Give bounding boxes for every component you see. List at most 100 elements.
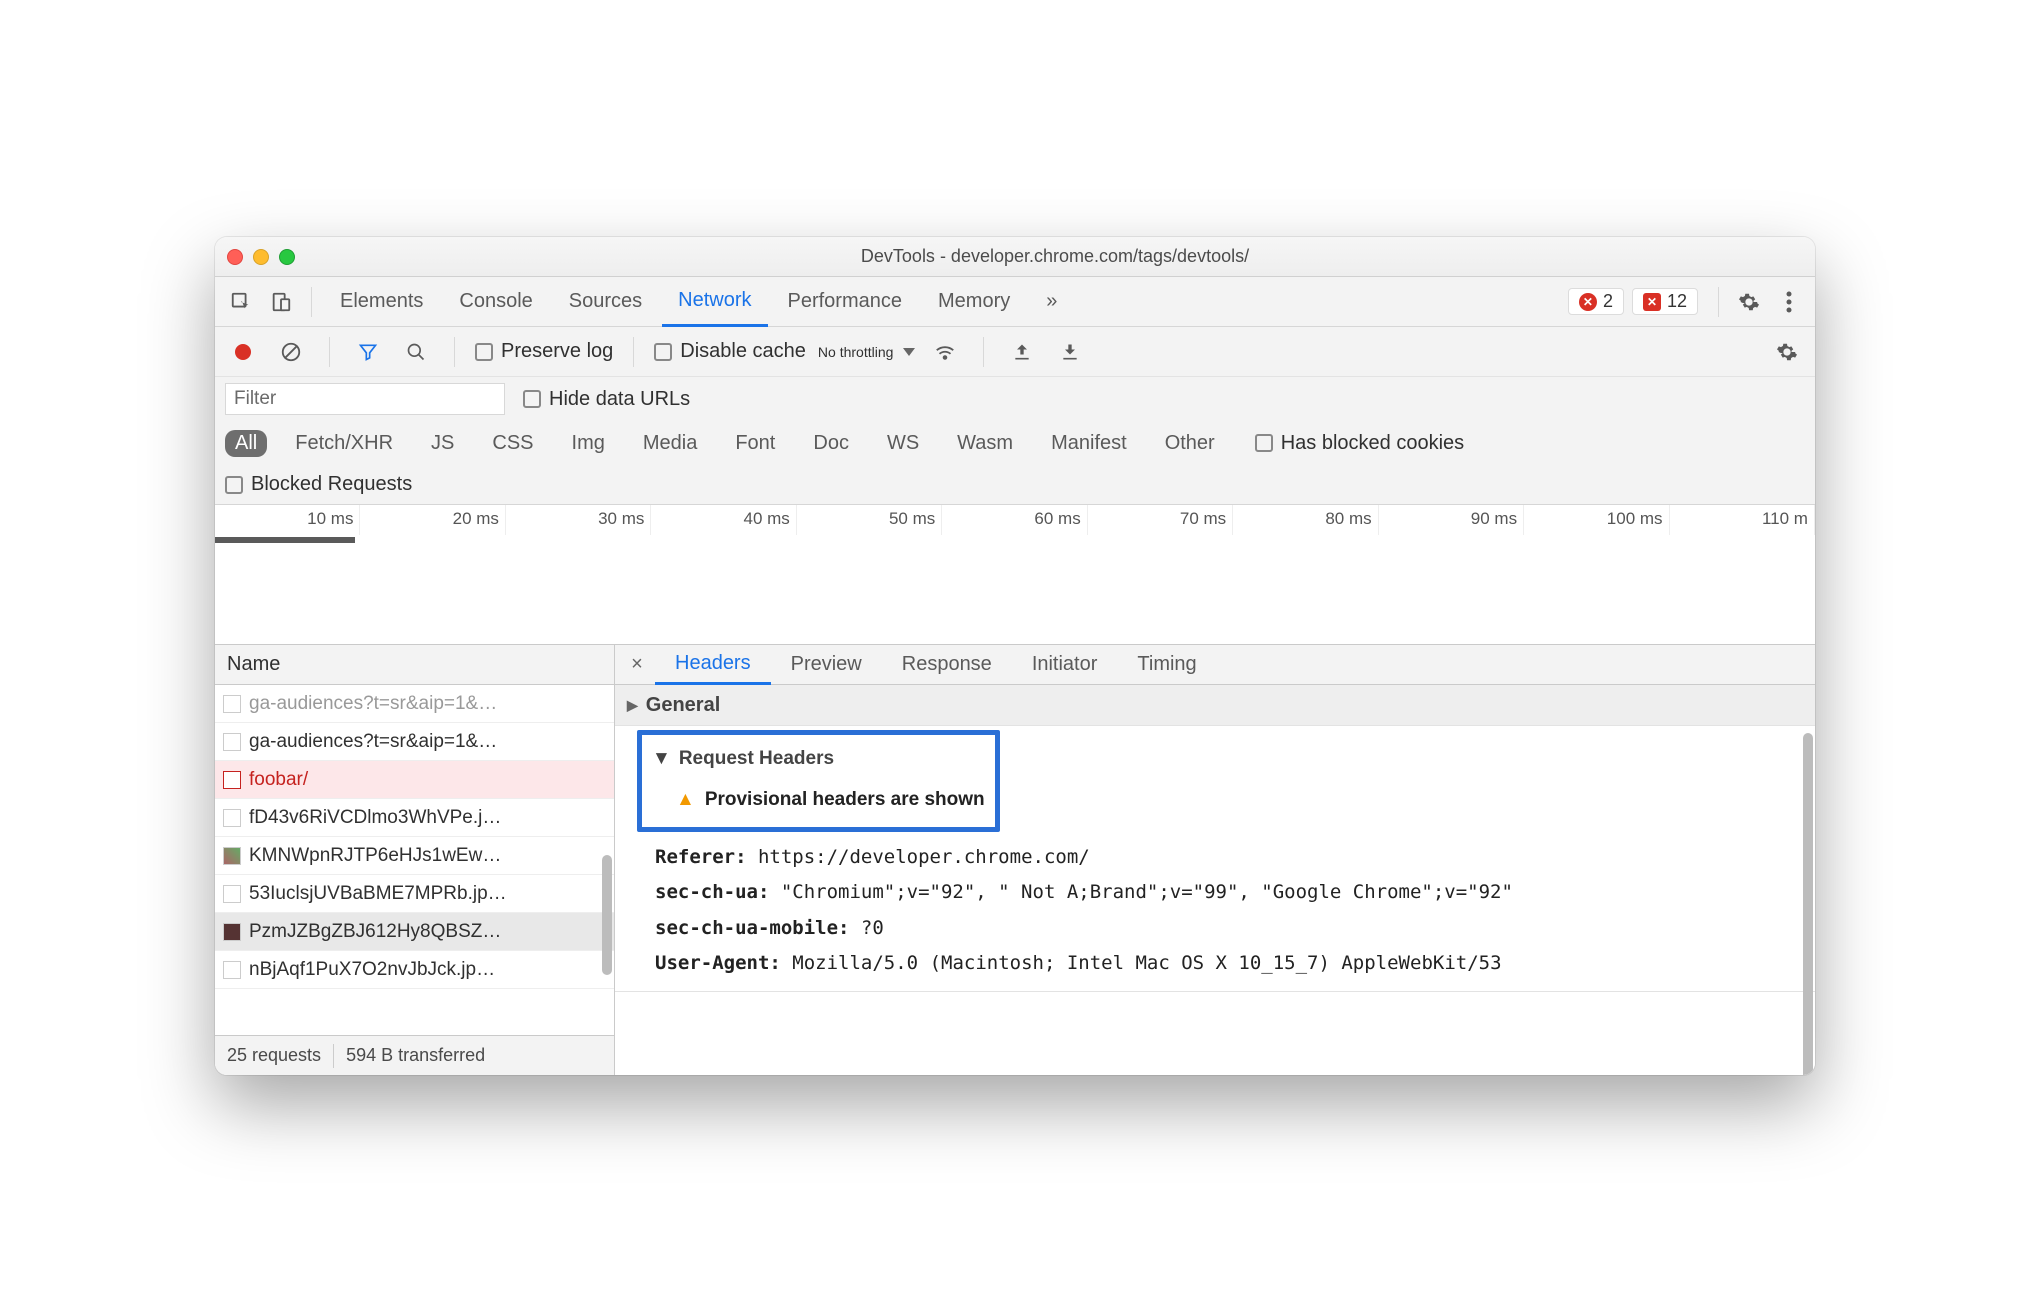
titlebar: DevTools - developer.chrome.com/tags/dev… — [215, 237, 1815, 277]
list-item[interactable]: 53IuclsjUVBaBME7MPRb.jp… — [215, 875, 614, 913]
detail-tab-preview[interactable]: Preview — [771, 645, 882, 685]
tab-console[interactable]: Console — [443, 277, 548, 327]
tick: 70 ms — [1088, 505, 1233, 535]
type-fetchxhr[interactable]: Fetch/XHR — [285, 430, 403, 457]
tab-performance[interactable]: Performance — [772, 277, 919, 327]
section-request-headers: ▼Request Headers ▲Provisional headers ar… — [615, 726, 1815, 992]
chevron-down-icon — [903, 348, 915, 356]
error-count: 2 — [1603, 291, 1613, 312]
list-item[interactable]: ga-audiences?t=sr&aip=1&… — [215, 723, 614, 761]
tick: 30 ms — [506, 505, 651, 535]
type-ws[interactable]: WS — [877, 430, 929, 457]
zoom-icon[interactable] — [279, 249, 295, 265]
type-wasm[interactable]: Wasm — [947, 430, 1023, 457]
provisional-headers-label: Provisional headers are shown — [705, 789, 985, 810]
divider — [329, 337, 330, 367]
divider — [633, 337, 634, 367]
type-other[interactable]: Other — [1155, 430, 1225, 457]
disable-cache-checkbox[interactable]: Disable cache — [654, 340, 806, 363]
detail-tab-headers[interactable]: Headers — [655, 645, 771, 685]
disclosure-right-icon: ▶ — [627, 697, 638, 714]
search-icon[interactable] — [398, 334, 434, 370]
devtools-window: DevTools - developer.chrome.com/tags/dev… — [215, 237, 1815, 1075]
badge-group: ✕2 ✕12 — [1568, 288, 1698, 315]
header-row: sec-ch-ua-mobile: ?0 — [655, 911, 1795, 946]
thumbnail-icon — [223, 923, 241, 941]
type-font[interactable]: Font — [725, 430, 785, 457]
close-icon[interactable] — [227, 249, 243, 265]
download-icon[interactable] — [1052, 334, 1088, 370]
record-button[interactable] — [225, 334, 261, 370]
thumbnail-icon — [223, 771, 241, 789]
type-media[interactable]: Media — [633, 430, 707, 457]
request-list-pane: Name ga-audiences?t=sr&aip=1&… ga-audien… — [215, 645, 615, 1075]
tab-sources[interactable]: Sources — [553, 277, 658, 327]
detail-tabs: × Headers Preview Response Initiator Tim… — [615, 645, 1815, 685]
error-count-badge[interactable]: ✕2 — [1568, 288, 1624, 315]
tab-elements[interactable]: Elements — [324, 277, 439, 327]
detail-tab-initiator[interactable]: Initiator — [1012, 645, 1118, 685]
request-detail-pane: × Headers Preview Response Initiator Tim… — [615, 645, 1815, 1075]
close-icon[interactable]: × — [619, 653, 655, 676]
list-item[interactable]: fD43v6RiVCDlmo3WhVPe.j… — [215, 799, 614, 837]
tab-network[interactable]: Network — [662, 277, 767, 327]
warning-icon: ▲ — [676, 789, 695, 810]
type-js[interactable]: JS — [421, 430, 464, 457]
detail-tab-timing[interactable]: Timing — [1117, 645, 1216, 685]
tab-more[interactable]: » — [1030, 277, 1073, 327]
tick: 110 m — [1670, 505, 1815, 535]
tick: 40 ms — [651, 505, 796, 535]
list-item[interactable]: KMNWpnRJTP6eHJs1wEw… — [215, 837, 614, 875]
clear-icon[interactable] — [273, 334, 309, 370]
settings-icon[interactable] — [1769, 334, 1805, 370]
has-blocked-cookies-checkbox[interactable]: Has blocked cookies — [1255, 432, 1464, 455]
tick: 10 ms — [215, 505, 360, 535]
type-doc[interactable]: Doc — [803, 430, 859, 457]
list-item[interactable]: ga-audiences?t=sr&aip=1&… — [215, 685, 614, 723]
tick: 90 ms — [1379, 505, 1524, 535]
filter-icon[interactable] — [350, 334, 386, 370]
timeline-ticks: 10 ms 20 ms 30 ms 40 ms 50 ms 60 ms 70 m… — [215, 505, 1815, 535]
throttling-select[interactable]: No throttling — [818, 344, 915, 360]
inspect-icon[interactable] — [223, 284, 259, 320]
timeline-overview[interactable]: 10 ms 20 ms 30 ms 40 ms 50 ms 60 ms 70 m… — [215, 505, 1815, 645]
section-general: ▶General — [615, 685, 1815, 726]
kebab-menu-icon[interactable] — [1771, 284, 1807, 320]
type-manifest[interactable]: Manifest — [1041, 430, 1137, 457]
divider — [1718, 287, 1719, 317]
thumbnail-icon — [223, 733, 241, 751]
header-row: User-Agent: Mozilla/5.0 (Macintosh; Inte… — [655, 946, 1795, 981]
device-toggle-icon[interactable] — [263, 284, 299, 320]
section-header-request[interactable]: Request Headers — [679, 741, 834, 776]
detail-tab-response[interactable]: Response — [882, 645, 1012, 685]
traffic-lights — [227, 249, 295, 265]
divider — [311, 287, 312, 317]
type-filter-row: All Fetch/XHR JS CSS Img Media Font Doc … — [215, 421, 1815, 465]
list-item-selected[interactable]: PzmJZBgZBJ612Hy8QBSZ… — [215, 913, 614, 951]
list-item-error[interactable]: foobar/ — [215, 761, 614, 799]
blocked-requests-row: Blocked Requests — [215, 465, 1815, 505]
thumbnail-icon — [223, 695, 241, 713]
type-img[interactable]: Img — [562, 430, 615, 457]
window-title: DevTools - developer.chrome.com/tags/dev… — [307, 246, 1803, 267]
request-list[interactable]: ga-audiences?t=sr&aip=1&… ga-audiences?t… — [215, 685, 614, 1035]
upload-icon[interactable] — [1004, 334, 1040, 370]
section-header-general[interactable]: ▶General — [615, 685, 1815, 725]
hide-data-urls-checkbox[interactable]: Hide data URLs — [523, 388, 690, 411]
list-item[interactable]: nBjAqf1PuX7O2nvJbJck.jp… — [215, 951, 614, 989]
scrollbar[interactable] — [602, 855, 612, 975]
preserve-log-checkbox[interactable]: Preserve log — [475, 340, 613, 363]
network-toolbar: Preserve log Disable cache No throttling — [215, 327, 1815, 377]
filter-input[interactable]: Filter — [225, 383, 505, 415]
scrollbar[interactable] — [1803, 733, 1813, 1075]
type-all[interactable]: All — [225, 430, 267, 457]
network-conditions-icon[interactable] — [927, 334, 963, 370]
tab-memory[interactable]: Memory — [922, 277, 1026, 327]
column-header-name[interactable]: Name — [215, 645, 614, 685]
timeline-activity-bar — [215, 537, 355, 543]
issue-count-badge[interactable]: ✕12 — [1632, 288, 1698, 315]
settings-icon[interactable] — [1731, 284, 1767, 320]
blocked-requests-checkbox[interactable]: Blocked Requests — [225, 473, 412, 496]
minimize-icon[interactable] — [253, 249, 269, 265]
type-css[interactable]: CSS — [482, 430, 543, 457]
